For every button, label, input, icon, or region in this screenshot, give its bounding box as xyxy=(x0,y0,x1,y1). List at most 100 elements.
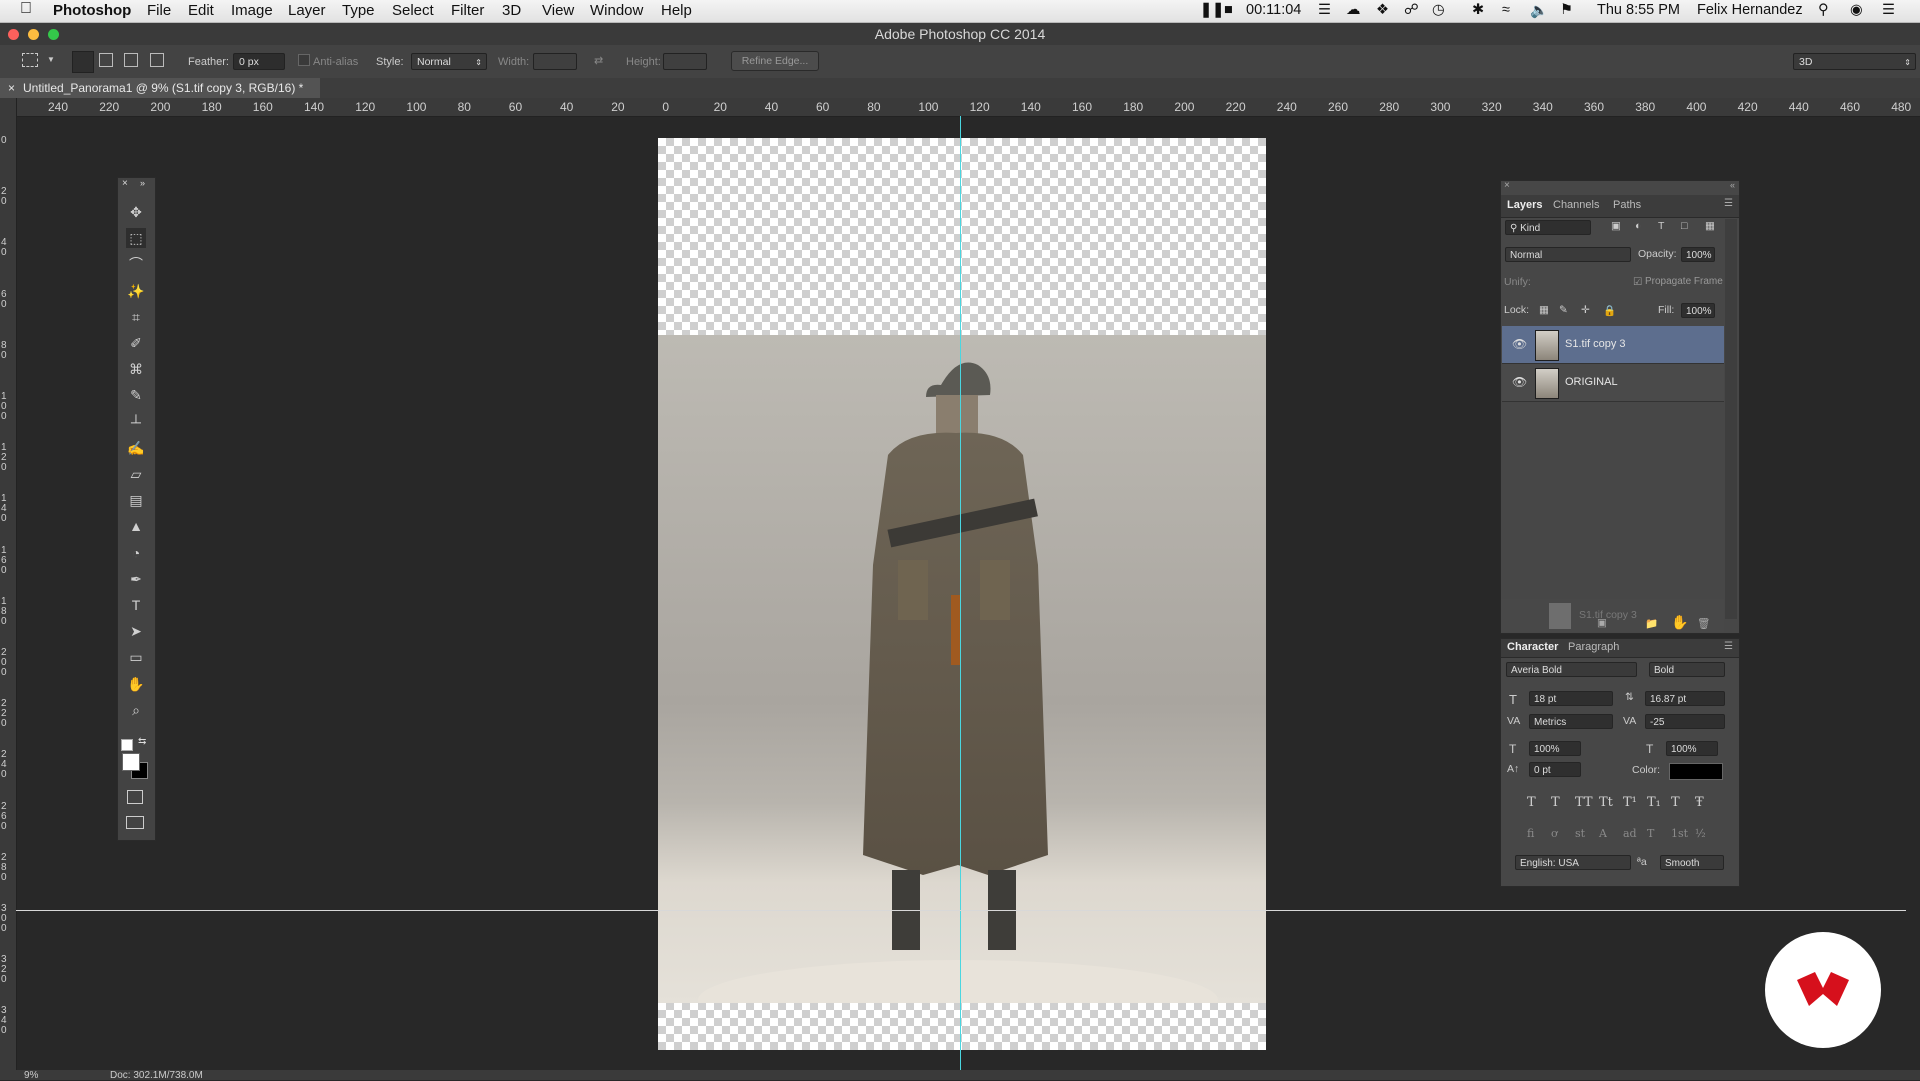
layers-scrollbar[interactable] xyxy=(1725,219,1737,619)
foreground-color-swatch[interactable] xyxy=(122,753,140,771)
menu-type[interactable]: Type xyxy=(342,2,375,19)
text-format-button[interactable]: T xyxy=(1527,795,1536,810)
font-family-select[interactable]: Averia Bold xyxy=(1506,662,1637,677)
shape-filter-icon[interactable]: □ xyxy=(1681,220,1687,232)
text-format-button[interactable]: Ŧ xyxy=(1695,795,1704,810)
brush-icon[interactable]: ✎ xyxy=(126,385,146,405)
volume-icon[interactable]: 🔈 xyxy=(1530,2,1548,19)
opacity-input[interactable]: 100% xyxy=(1681,247,1715,262)
layer-row-selected[interactable]: 👁 S1.tif copy 3 xyxy=(1502,326,1724,364)
vertical-scale-input[interactable]: 100% xyxy=(1529,741,1581,756)
image-filter-icon[interactable]: ▣ xyxy=(1611,220,1621,232)
photo-layer[interactable] xyxy=(658,335,1266,1040)
tab-paragraph[interactable]: Paragraph xyxy=(1568,641,1619,653)
font-size-input[interactable]: 18 pt xyxy=(1529,691,1613,706)
clock[interactable]: Thu 8:55 PM xyxy=(1597,2,1680,18)
chevron-down-icon[interactable]: ▼ xyxy=(47,55,55,64)
blend-mode-select[interactable]: Normal xyxy=(1505,247,1631,262)
marquee-preset-icon[interactable] xyxy=(22,53,38,67)
close-panel-icon[interactable]: × xyxy=(1504,180,1510,191)
text-format-button[interactable]: T¹ xyxy=(1623,795,1637,810)
intersect-selection-icon[interactable] xyxy=(150,53,164,67)
leading-input[interactable]: 16.87 pt xyxy=(1645,691,1725,706)
panel-menu-icon[interactable]: ☰ xyxy=(1724,641,1733,652)
refine-edge-button[interactable]: Refine Edge... xyxy=(731,51,819,71)
add-selection-icon[interactable] xyxy=(99,53,113,67)
width-input[interactable] xyxy=(533,53,577,70)
opentype-button[interactable]: ad xyxy=(1623,827,1637,840)
delete-layer-icon[interactable]: 🗑 xyxy=(1697,617,1710,630)
text-format-button[interactable]: T xyxy=(1551,795,1560,810)
ruler-vertical[interactable]: 0 2 0 4 0 6 0 8 0 1 0 0 1 2 0 1 4 0 1 6 0 1 8 0 2 … xyxy=(0,98,17,1080)
screen-mode-icon[interactable] xyxy=(126,816,144,829)
dropbox-icon[interactable]: ❖ xyxy=(1376,2,1389,18)
sync-icon[interactable]: ☍ xyxy=(1404,2,1419,18)
tab-channels[interactable]: Channels xyxy=(1553,199,1599,211)
lock-position-icon[interactable]: ✛ xyxy=(1581,304,1590,316)
swap-icon[interactable]: ⇄ xyxy=(594,54,603,67)
tab-paths[interactable]: Paths xyxy=(1613,199,1641,211)
eye-icon[interactable]: 👁 xyxy=(1512,375,1527,389)
style-select[interactable]: Normal ⇕ xyxy=(411,53,487,70)
tracking-input[interactable]: -25 xyxy=(1645,714,1725,729)
antialias-select[interactable]: Smooth xyxy=(1660,855,1724,870)
vertical-guide[interactable] xyxy=(960,116,961,1070)
menu-layer[interactable]: Layer xyxy=(288,2,326,19)
menu-3d[interactable]: 3D xyxy=(502,2,521,19)
baseline-shift-input[interactable]: 0 pt xyxy=(1529,762,1581,777)
zoom-window-icon[interactable] xyxy=(48,29,59,40)
close-panel-icon[interactable]: × xyxy=(122,178,128,189)
menu-edit[interactable]: Edit xyxy=(188,2,214,19)
wifi-icon[interactable]: ≈ xyxy=(1502,2,1510,18)
anti-alias-checkbox[interactable] xyxy=(298,54,310,66)
opentype-button[interactable]: T xyxy=(1647,827,1654,840)
creative-cloud-icon[interactable]: ☁ xyxy=(1346,2,1361,18)
menu-extra-icon[interactable]: ☰ xyxy=(1318,2,1331,18)
panel-menu-icon[interactable]: ☰ xyxy=(1724,198,1733,209)
menu-filter[interactable]: Filter xyxy=(451,2,484,19)
menu-select[interactable]: Select xyxy=(392,2,434,19)
magic-wand-icon[interactable]: ✨ xyxy=(126,281,146,301)
menu-help[interactable]: Help xyxy=(661,2,692,19)
bluetooth-icon[interactable]: ✱ xyxy=(1472,2,1484,18)
blur-icon[interactable]: ▲ xyxy=(126,516,146,536)
height-input[interactable] xyxy=(663,53,707,70)
gradient-icon[interactable]: ▤ xyxy=(126,490,146,510)
expand-panel-icon[interactable]: » xyxy=(140,178,145,188)
language-select[interactable]: English: USA xyxy=(1515,855,1631,870)
tab-layers[interactable]: Layers xyxy=(1507,199,1542,211)
adjustment-filter-icon[interactable]: ◐ xyxy=(1635,220,1641,232)
swap-colors-icon[interactable]: ⇆ xyxy=(138,736,146,747)
opentype-button[interactable]: ơ xyxy=(1551,827,1558,840)
new-selection-icon[interactable] xyxy=(72,51,94,73)
horizontal-scale-input[interactable]: 100% xyxy=(1666,741,1718,756)
pause-icon[interactable]: ❚❚ xyxy=(1200,2,1224,18)
close-tab-icon[interactable]: × xyxy=(8,78,15,98)
horizontal-guide[interactable] xyxy=(16,910,1906,911)
menu-window[interactable]: Window xyxy=(590,2,643,19)
opentype-button[interactable]: A xyxy=(1599,827,1607,840)
subtract-selection-icon[interactable] xyxy=(124,53,138,67)
workspace-select[interactable]: 3D ⇕ xyxy=(1793,53,1916,70)
pen-icon[interactable]: ✒ xyxy=(126,569,146,589)
menu-image[interactable]: Image xyxy=(231,2,273,19)
opentype-button[interactable]: fi xyxy=(1527,827,1534,840)
add-mask-icon[interactable]: ▣ xyxy=(1597,617,1607,629)
font-style-select[interactable]: Bold xyxy=(1649,662,1725,677)
quick-mask-icon[interactable] xyxy=(127,790,143,804)
collapse-panel-icon[interactable]: « xyxy=(1730,180,1735,190)
document-tab[interactable]: × Untitled_Panorama1 @ 9% (S1.tif copy 3… xyxy=(0,78,320,98)
eyedropper-icon[interactable]: ✐ xyxy=(126,333,146,353)
eye-icon[interactable]: 👁 xyxy=(1512,337,1527,351)
notification-icon[interactable]: ☰ xyxy=(1882,2,1895,18)
menu-view[interactable]: View xyxy=(542,2,574,19)
history-brush-icon[interactable]: ✍ xyxy=(126,438,146,458)
text-format-button[interactable]: TT xyxy=(1575,795,1593,810)
default-colors-icon[interactable] xyxy=(121,739,133,751)
eraser-icon[interactable]: ▱ xyxy=(126,464,146,484)
path-select-icon[interactable]: ➤ xyxy=(126,621,146,641)
opentype-button[interactable]: 1st xyxy=(1671,827,1688,840)
siri-icon[interactable]: ◉ xyxy=(1850,2,1863,18)
time-machine-icon[interactable]: ◷ xyxy=(1432,2,1445,18)
lasso-icon[interactable]: ⌒ xyxy=(126,254,146,274)
